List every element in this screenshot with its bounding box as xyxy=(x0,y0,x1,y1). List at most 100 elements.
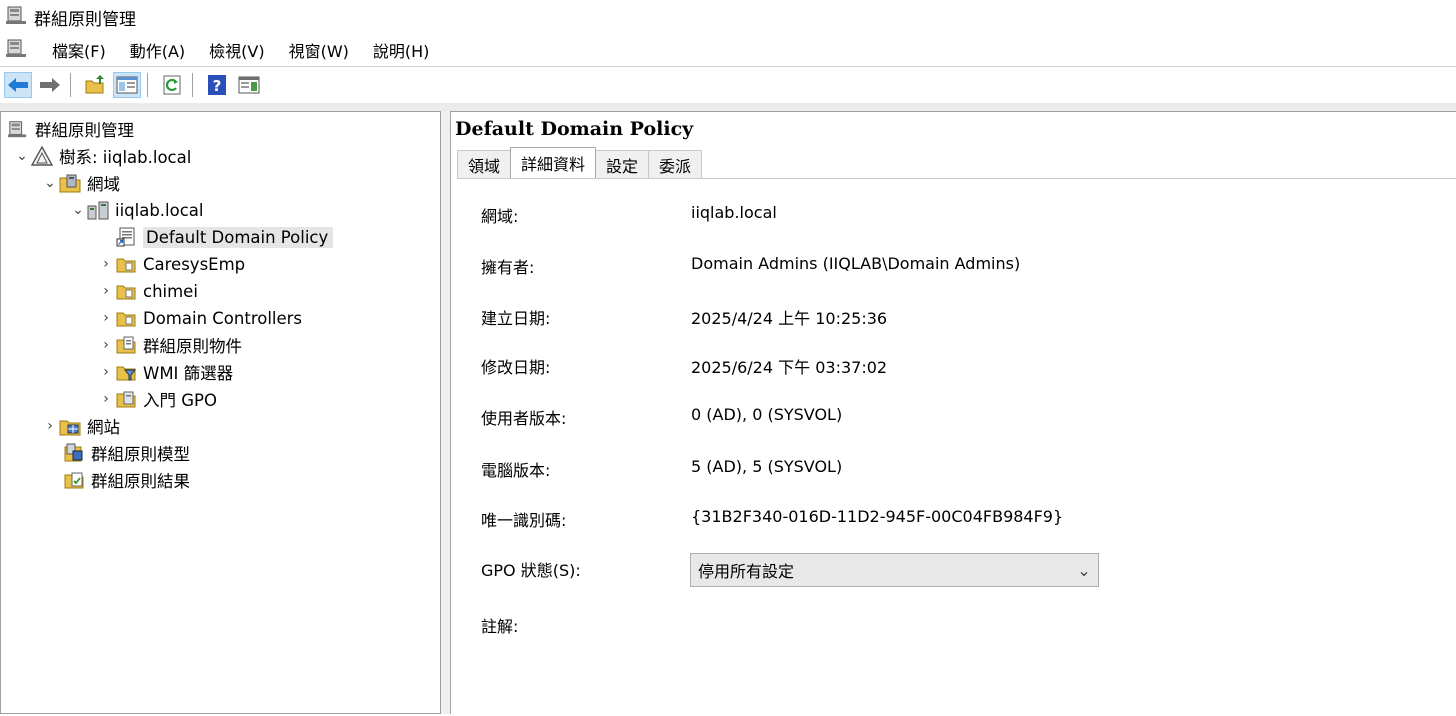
tree-item-default-domain-policy[interactable]: Default Domain Policy xyxy=(115,224,334,250)
system-menu-icon[interactable] xyxy=(6,38,28,62)
tree-forest-label: 樹系: iiqlab.local xyxy=(59,148,192,167)
menu-window[interactable]: 視窗(W) xyxy=(277,38,361,62)
tree-results-label: 群組原則結果 xyxy=(91,472,190,491)
tree-modeling[interactable]: 群組原則模型 xyxy=(63,440,190,466)
chevron-down-icon[interactable]: ⌄ xyxy=(69,202,87,218)
menu-bar: 檔案(F) 動作(A) 檢視(V) 視窗(W) 說明(H) xyxy=(0,34,1456,67)
up-one-level-button[interactable] xyxy=(81,72,109,98)
tab-settings[interactable]: 設定 xyxy=(595,150,650,178)
help-button[interactable]: ? xyxy=(203,72,231,98)
back-icon xyxy=(8,78,28,92)
svg-text:?: ? xyxy=(213,77,222,95)
tree-item-starter-gpos[interactable]: › 入門 GPO xyxy=(97,386,217,412)
created-label: 建立日期: xyxy=(481,309,551,328)
tree-item-label: CaresysEmp xyxy=(143,254,246,274)
details-pane: Default Domain Policy 領域 詳細資料 設定 委派 網域: … xyxy=(450,111,1456,716)
show-hide-tree-icon xyxy=(116,76,138,94)
tree-sites-label: 網站 xyxy=(87,418,120,437)
user-version-value: 0 (AD), 0 (SYSVOL) xyxy=(691,405,843,424)
tree-results[interactable]: 群組原則結果 xyxy=(63,467,190,493)
tree-item-label: Domain Controllers xyxy=(143,308,303,328)
domain-label: 網域: xyxy=(481,207,519,226)
refresh-button[interactable] xyxy=(158,72,186,98)
chevron-down-icon[interactable]: ⌄ xyxy=(13,148,31,164)
gp-results-icon xyxy=(63,470,85,490)
tree-forest[interactable]: ⌄ 樹系: iiqlab.local xyxy=(13,143,191,169)
owner-label: 擁有者: xyxy=(481,258,535,277)
computer-version-value: 5 (AD), 5 (SYSVOL) xyxy=(691,457,843,476)
menu-view[interactable]: 檢視(V) xyxy=(197,38,276,62)
gpmc-icon xyxy=(7,119,29,139)
console-tree[interactable]: 群組原則管理 ⌄ 樹系: iiqlab.local ⌄ 網域 ⌄ iiqlab.… xyxy=(0,111,441,714)
toolbar-separator xyxy=(192,73,193,97)
ou-folder-icon xyxy=(115,308,137,328)
chevron-right-icon[interactable]: › xyxy=(97,364,115,380)
chevron-right-icon[interactable]: › xyxy=(97,391,115,407)
created-value: 2025/4/24 上午 10:25:36 xyxy=(691,309,888,328)
tree-item-label: 群組原則物件 xyxy=(143,337,242,356)
tree-item-label: WMI 篩選器 xyxy=(143,364,234,383)
gpo-folder-icon xyxy=(115,335,137,355)
tree-root[interactable]: 群組原則管理 xyxy=(7,116,134,142)
unique-id-value: {31B2F340-016D-11D2-945F-00C04FB984F9} xyxy=(691,507,1064,526)
chevron-right-icon[interactable]: › xyxy=(97,283,115,299)
chevron-down-icon[interactable]: ⌄ xyxy=(41,175,59,191)
modified-value: 2025/6/24 下午 03:37:02 xyxy=(691,358,888,377)
tree-domain[interactable]: ⌄ iiqlab.local xyxy=(69,197,204,223)
tree-item-caresysemp[interactable]: › CaresysEmp xyxy=(97,251,245,277)
tab-scope[interactable]: 領域 xyxy=(457,150,512,178)
chevron-right-icon[interactable]: › xyxy=(97,337,115,353)
chevron-down-icon: ⌄ xyxy=(1077,560,1091,580)
tree-domains[interactable]: ⌄ 網域 xyxy=(41,170,120,196)
menu-file[interactable]: 檔案(F) xyxy=(40,38,118,62)
tree-item-label: Default Domain Policy xyxy=(143,226,334,248)
window-titlebar: 群組原則管理 xyxy=(0,0,1456,34)
tab-delegation[interactable]: 委派 xyxy=(648,150,703,178)
domain-value: iiqlab.local xyxy=(691,203,777,222)
ou-folder-icon xyxy=(115,281,137,301)
chevron-right-icon[interactable]: › xyxy=(41,418,59,434)
show-hide-console-tree-button[interactable] xyxy=(113,72,141,98)
toolbar-separator xyxy=(70,73,71,97)
chevron-right-icon[interactable]: › xyxy=(97,256,115,272)
tab-details[interactable]: 詳細資料 xyxy=(510,147,597,178)
gpo-status-label: GPO 狀態(S): xyxy=(481,561,581,580)
up-folder-icon xyxy=(85,75,104,94)
unique-id-label: 唯一識別碼: xyxy=(481,511,567,530)
owner-value: Domain Admins (IIQLAB\Domain Admins) xyxy=(691,254,1021,273)
tree-root-label: 群組原則管理 xyxy=(35,121,134,140)
forest-icon xyxy=(31,146,53,166)
toolbar: ? xyxy=(0,67,1456,104)
gpmc-app-icon xyxy=(6,5,28,30)
details-tab-panel: 網域: iiqlab.local 擁有者: Domain Admins (IIQ… xyxy=(457,178,1456,716)
menu-action[interactable]: 動作(A) xyxy=(118,38,197,62)
policy-title: Default Domain Policy xyxy=(455,118,694,140)
gp-modeling-icon xyxy=(63,443,85,463)
computer-version-label: 電腦版本: xyxy=(481,461,551,480)
tree-item-wmi-filters[interactable]: › WMI 篩選器 xyxy=(97,359,233,385)
pane-splitter[interactable] xyxy=(441,111,450,714)
chevron-right-icon[interactable]: › xyxy=(97,310,115,326)
tree-item-label: 入門 GPO xyxy=(143,391,217,410)
tree-item-gpo-container[interactable]: › 群組原則物件 xyxy=(97,332,242,358)
window-title: 群組原則管理 xyxy=(34,9,136,30)
toolbar-separator xyxy=(147,73,148,97)
domain-icon xyxy=(87,200,109,220)
menu-help[interactable]: 說明(H) xyxy=(361,38,442,62)
tree-item-chimei[interactable]: › chimei xyxy=(97,278,198,304)
tree-sites[interactable]: › 網站 xyxy=(41,413,120,439)
back-button[interactable] xyxy=(4,72,32,98)
show-action-pane-button[interactable] xyxy=(235,72,263,98)
gpo-link-icon xyxy=(115,227,137,247)
forward-button[interactable] xyxy=(36,72,64,98)
tree-modeling-label: 群組原則模型 xyxy=(91,445,190,464)
starter-gpo-folder-icon xyxy=(115,389,137,409)
ou-folder-icon xyxy=(115,254,137,274)
gpo-status-select[interactable]: 停用所有設定 ⌄ xyxy=(690,553,1099,587)
tree-item-domain-controllers[interactable]: › Domain Controllers xyxy=(97,305,302,331)
wmi-filter-folder-icon xyxy=(115,362,137,382)
toolbar-divider xyxy=(0,103,1456,111)
forward-icon xyxy=(40,78,60,92)
tab-strip: 領域 詳細資料 設定 委派 xyxy=(457,147,703,178)
domains-folder-icon xyxy=(59,173,81,193)
